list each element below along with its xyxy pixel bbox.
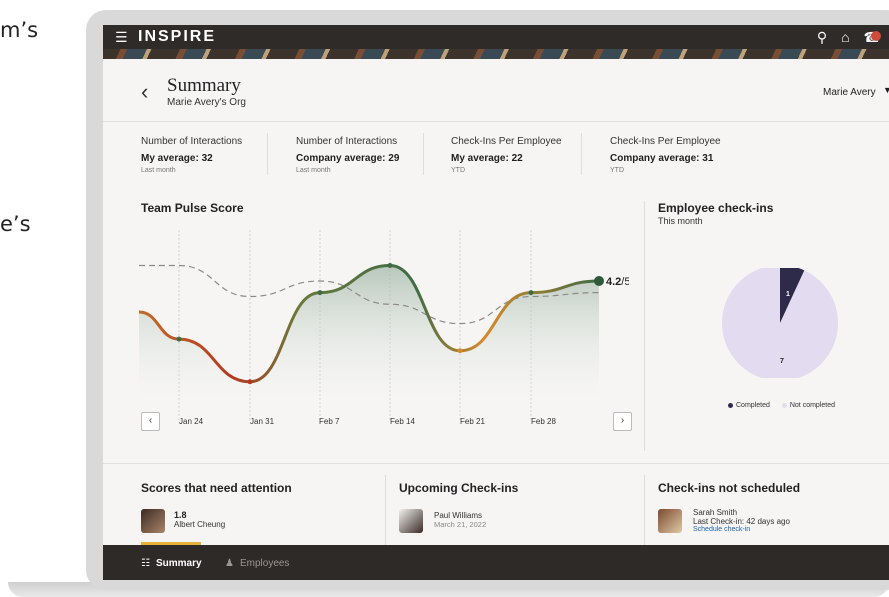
legend-label: Completed: [736, 402, 770, 409]
pulse-title: Team Pulse Score: [141, 201, 244, 215]
app-screen: ☰ INSPIRE ⚲ ⌂ ☎ ‹ Summary Marie Avery's …: [103, 25, 889, 580]
metric-divider: [267, 133, 268, 175]
attention-title: Scores that need attention: [141, 481, 292, 495]
data-point[interactable]: [528, 290, 534, 296]
active-tab-indicator: [141, 542, 201, 545]
page-title: Summary: [167, 75, 241, 96]
pie-label-completed: 1: [786, 291, 790, 298]
legend-not-completed: Not completed: [781, 402, 835, 409]
current-score-value: 4.2: [606, 276, 621, 288]
avatar[interactable]: [141, 509, 165, 533]
upcoming-person[interactable]: Paul Williams March 21, 2022: [434, 511, 486, 529]
metric-value: My average: 22: [451, 153, 523, 164]
schedule-checkin-link[interactable]: Schedule check-in: [693, 526, 790, 533]
header-divider: [103, 121, 889, 122]
x-tick: Feb 21: [460, 417, 485, 426]
current-score-point[interactable]: [594, 276, 604, 286]
metric-label: Number of Interactions: [141, 136, 243, 147]
metric-value: Company average: 31: [610, 153, 714, 164]
pulse-chart: 4.2/5: [139, 230, 629, 420]
upcoming-date: March 21, 2022: [434, 520, 487, 529]
legend-swatch: [781, 402, 787, 408]
legend-completed: Completed: [728, 402, 770, 409]
chevron-down-icon[interactable]: ▼: [883, 85, 889, 95]
attention-score: 1.8: [174, 510, 187, 520]
metric-label: Check-Ins Per Employee: [610, 136, 721, 147]
attention-name: Albert Cheung: [174, 520, 226, 529]
metric-divider: [581, 133, 582, 175]
bottom-nav: ☷ Summary ♟ Employees: [103, 545, 889, 580]
data-point[interactable]: [247, 379, 253, 385]
not-scheduled-person: Sarah Smith Last Check-in: 42 days ago S…: [693, 508, 790, 533]
notification-badge: [871, 31, 881, 41]
section-divider: [103, 463, 889, 464]
x-tick: Feb 14: [390, 417, 415, 426]
upcoming-name: Paul Williams: [434, 511, 483, 520]
data-point[interactable]: [317, 290, 323, 296]
card-divider: [644, 475, 645, 545]
x-tick: Feb 7: [319, 417, 340, 426]
search-icon[interactable]: ⚲: [817, 29, 827, 46]
area-fill: [139, 265, 599, 420]
metric-interactions-my: Number of Interactions My average: 32 La…: [141, 136, 291, 174]
not-scheduled-last: Last Check-in: 42 days ago: [693, 517, 790, 526]
menu-icon[interactable]: ☰: [115, 30, 129, 44]
x-tick: Jan 31: [250, 417, 275, 426]
not-scheduled-title: Check-ins not scheduled: [658, 481, 801, 495]
page-subtitle: Marie Avery's Org: [167, 97, 246, 108]
back-icon[interactable]: ‹: [141, 79, 148, 105]
brand-logo: INSPIRE: [138, 28, 217, 45]
metric-period: YTD: [451, 167, 465, 174]
data-point[interactable]: [457, 348, 463, 354]
tab-summary[interactable]: ☷ Summary: [141, 558, 202, 569]
home-icon[interactable]: ⌂: [841, 29, 849, 46]
card-divider: [385, 475, 386, 545]
metric-checkins-my: Check-Ins Per Employee My average: 22 YT…: [451, 136, 601, 174]
tab-employees-label: Employees: [239, 558, 290, 569]
pie-legend: Completed Not completed: [728, 402, 835, 409]
chevron-left-icon[interactable]: ‹: [141, 412, 160, 431]
upcoming-title: Upcoming Check-ins: [399, 481, 519, 495]
data-point[interactable]: [387, 263, 393, 268]
x-tick: Feb 28: [531, 417, 556, 426]
background-text-1: m’s: [0, 18, 39, 42]
avatar[interactable]: [658, 509, 682, 533]
user-menu[interactable]: Marie Avery: [823, 87, 876, 98]
attention-person[interactable]: 1.8 Albert Cheung: [174, 510, 225, 529]
metric-period: Last month: [141, 167, 176, 174]
tab-summary-label: Summary: [155, 558, 202, 569]
legend-swatch: [728, 402, 733, 408]
current-score-unit: /5: [621, 276, 629, 288]
people-icon: ♟: [225, 558, 234, 569]
checkins-subtitle: This month: [658, 216, 703, 226]
panel-divider: [644, 201, 645, 451]
metric-value: My average: 32: [141, 153, 213, 164]
pie-label-not-completed: 7: [780, 358, 784, 365]
avatar[interactable]: [399, 509, 423, 533]
x-tick: Jan 24: [179, 417, 204, 426]
not-scheduled-name: Sarah Smith: [693, 508, 738, 517]
background-text-2: e’s: [0, 212, 31, 236]
legend-label: Not completed: [789, 402, 835, 409]
top-actions: ⚲ ⌂ ☎: [817, 29, 881, 46]
current-score-label: 4.2/5: [606, 276, 629, 288]
checkins-title: Employee check-ins: [658, 201, 774, 215]
notification-icon[interactable]: ☎: [864, 29, 881, 46]
checkins-pie-chart: 17: [722, 268, 838, 378]
tab-employees[interactable]: ♟ Employees: [225, 558, 289, 569]
metric-label: Check-Ins Per Employee: [451, 136, 562, 147]
chevron-right-icon[interactable]: ›: [613, 412, 632, 431]
metric-checkins-company: Check-Ins Per Employee Company average: …: [610, 136, 760, 174]
data-point[interactable]: [176, 336, 182, 342]
metric-divider: [423, 133, 424, 175]
summary-icon: ☷: [141, 558, 150, 569]
top-bar: ☰ INSPIRE ⚲ ⌂ ☎: [103, 25, 889, 49]
metric-period: YTD: [610, 167, 624, 174]
